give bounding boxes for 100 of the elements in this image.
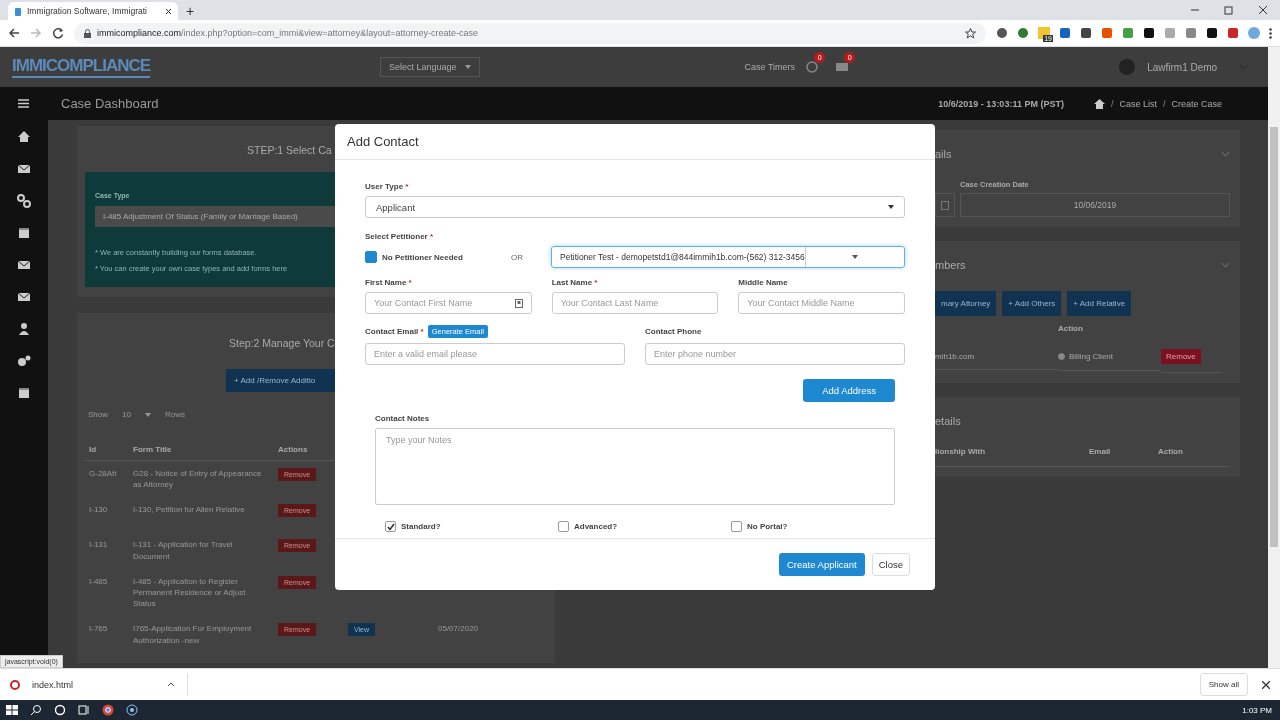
column-header[interactable]: Actions	[278, 445, 308, 454]
calendar-icon[interactable]	[17, 386, 31, 400]
column-header: lionship With	[935, 447, 987, 456]
breadcrumb-separator: /	[1162, 98, 1166, 109]
create-applicant-button[interactable]: Create Applicant	[779, 553, 865, 576]
field-label: Contact Phone	[645, 326, 702, 336]
scrollbar[interactable]	[1268, 47, 1280, 668]
table-cell-text: I765-Application For Employment Authorization -new	[132, 623, 253, 647]
member-button[interactable]: + Add Relative	[1067, 291, 1132, 316]
circle-icon[interactable]	[54, 704, 66, 716]
checkbox-label: No Petitioner Needed	[382, 252, 463, 262]
extension-icon[interactable]	[1206, 27, 1218, 39]
calendar-icon[interactable]	[17, 226, 31, 240]
step-heading: Step:2 Manage Your C	[228, 337, 336, 349]
reload-icon[interactable]	[52, 27, 64, 39]
mail-icon[interactable]	[17, 258, 31, 272]
phone-field[interactable]: Enter phone number	[645, 343, 905, 365]
task-view-icon[interactable]	[78, 704, 90, 716]
language-select[interactable]: Select Language	[380, 57, 480, 77]
field-label: Middle Name	[738, 278, 789, 287]
radio-button[interactable]	[1058, 352, 1065, 360]
caret-icon[interactable]	[144, 412, 151, 417]
search-icon[interactable]	[30, 704, 42, 716]
or-label: OR	[511, 252, 524, 262]
clock-icon[interactable]	[805, 60, 820, 74]
close-button[interactable]: Close	[871, 553, 910, 576]
table-cell-text: I-485 - Application to Register Permanent Residence or Adjust Status	[132, 575, 247, 611]
mail-icon[interactable]	[17, 290, 31, 304]
add-address-button[interactable]: Add Address	[803, 379, 895, 402]
email-field[interactable]: Enter a valid email please	[365, 343, 625, 365]
field-label: User Type *	[365, 182, 410, 191]
section-heading: ails	[935, 148, 952, 160]
field-label: First Name *	[365, 278, 413, 287]
table-cell-text: I-131	[88, 539, 109, 552]
caret-icon	[851, 255, 858, 259]
home-icon[interactable]	[1093, 98, 1105, 109]
column-header[interactable]: Id	[89, 445, 97, 454]
extension-icon[interactable]	[1080, 27, 1092, 39]
back-icon[interactable]	[8, 27, 20, 39]
table-cell-text: G-28Att	[88, 468, 118, 480]
table-cell-text: I-130	[88, 504, 109, 517]
menu-icon[interactable]	[18, 99, 29, 108]
clock-time: 1:03 PM	[1242, 705, 1272, 715]
name-field[interactable]: Your Contact First Name	[365, 292, 532, 314]
link-icon[interactable]	[17, 194, 31, 208]
name-field[interactable]: Your Contact Last Name	[551, 292, 719, 314]
table-cell: 05/07/2020	[438, 624, 479, 634]
app-icon[interactable]	[126, 704, 138, 716]
checkbox-label: No Portal?	[747, 522, 788, 531]
show-label: Show	[88, 410, 108, 419]
close-icon[interactable]	[1262, 680, 1270, 689]
extension-icon[interactable]	[996, 27, 1008, 39]
date-field[interactable]: 10/06/2019	[960, 193, 1230, 217]
notes-field[interactable]: Type your Notes	[375, 428, 895, 505]
remove-button[interactable]: Remove	[1161, 349, 1201, 364]
petitioner-select[interactable]: Petitioner Test - demopetstd1@844immih1b.com-(562) 312-3456	[551, 246, 905, 268]
column-header[interactable]: Form Title	[133, 445, 172, 454]
user-icon[interactable]	[17, 322, 31, 336]
caret-icon	[888, 205, 894, 209]
case-timers-label: Case Timers	[744, 62, 796, 72]
option-checkbox[interactable]	[731, 521, 742, 532]
table-cell-text: I-131 - Application for Travel Document	[132, 539, 234, 563]
extension-icon[interactable]	[1143, 27, 1155, 39]
logo[interactable]: IMMICOMPLIANCE	[12, 56, 151, 78]
member-button[interactable]: mary Attorney	[935, 291, 997, 316]
name-field[interactable]: Your Contact Middle Name	[738, 292, 905, 314]
page-size-select[interactable]: 10	[122, 410, 131, 419]
checkbox-label: Advanced?	[574, 522, 618, 531]
chrome-icon[interactable]	[102, 704, 114, 716]
star-icon[interactable]	[965, 27, 976, 39]
download-file[interactable]: index.html	[32, 679, 74, 690]
breadcrumb-separator: /	[1110, 98, 1114, 109]
date-time: 10/6/2019 - 13:03:11 PM (PST)	[938, 98, 1064, 109]
windows-icon[interactable]	[6, 704, 18, 716]
contact-card-icon	[514, 298, 523, 308]
caret-icon	[464, 65, 471, 69]
home-icon[interactable]	[17, 130, 31, 144]
menu-icon[interactable]	[1269, 27, 1272, 39]
field-label: Contact Email *	[365, 326, 424, 336]
breadcrumb-link[interactable]: Case List	[1119, 98, 1157, 109]
option-checkbox[interactable]	[385, 521, 396, 532]
new-tab-button[interactable]: +	[186, 2, 195, 20]
checkbox-label: Standard?	[401, 522, 441, 531]
option-checkbox[interactable]	[558, 521, 569, 532]
show-all-button[interactable]: Show all	[1199, 673, 1248, 696]
table-cell-text: I-765	[88, 623, 109, 636]
user-type-select[interactable]: Applicant	[365, 196, 905, 218]
caret-icon[interactable]	[167, 682, 175, 687]
column-header: Action	[1158, 447, 1184, 456]
section-heading: etails	[935, 415, 961, 427]
user-name[interactable]: Lawfirm1 Demo	[1147, 61, 1218, 73]
field-label: Last Name *	[551, 278, 599, 287]
address-bar[interactable]: immicompliance.com/index.php?option=com_immi&view=attorney&layout=attorney-create-case	[74, 22, 986, 44]
breadcrumb-link[interactable]: Create Case	[1171, 98, 1222, 109]
member-button[interactable]: + Add Others	[1002, 291, 1062, 316]
mail-icon[interactable]	[17, 162, 31, 176]
no-petitioner-checkbox[interactable]	[365, 251, 377, 263]
page-title: Case Dashboard	[61, 96, 159, 111]
close-icon[interactable]	[165, 7, 172, 15]
browser-tab[interactable]: Immigration Software, Immigrati	[8, 2, 178, 20]
